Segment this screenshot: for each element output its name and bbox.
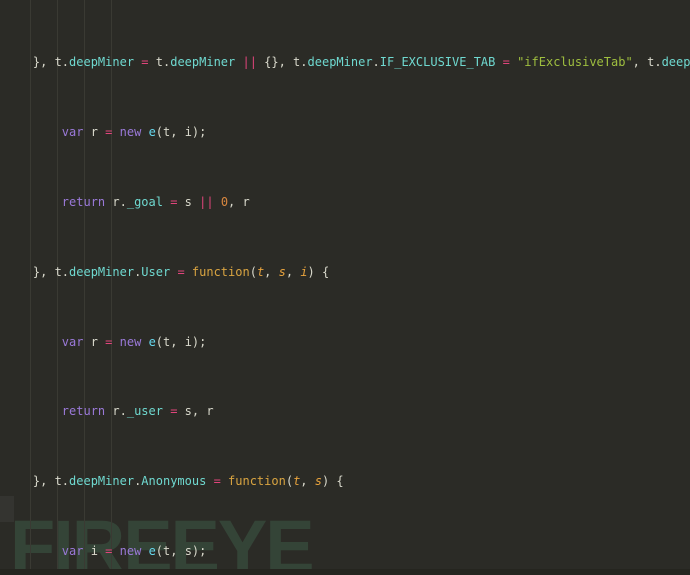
code-line[interactable]: var i = new e(t, s); xyxy=(0,543,690,560)
code-editor-viewport[interactable]: FIREEYE }, t.deepMiner = t.deepMiner || … xyxy=(0,0,690,575)
editor-bottom-edge xyxy=(0,569,690,575)
code-line[interactable]: return r._goal = s || 0, r xyxy=(0,194,690,211)
code-line[interactable]: }, t.deepMiner = t.deepMiner || {}, t.de… xyxy=(0,54,690,71)
code-line[interactable]: var r = new e(t, i); xyxy=(0,124,690,141)
code-line[interactable]: return r._user = s, r xyxy=(0,403,690,420)
code-line[interactable]: }, t.deepMiner.User = function(t, s, i) … xyxy=(0,264,690,281)
code-line[interactable]: var r = new e(t, i); xyxy=(0,334,690,351)
code-content[interactable]: }, t.deepMiner = t.deepMiner || {}, t.de… xyxy=(0,0,690,575)
code-line[interactable]: }, t.deepMiner.Anonymous = function(t, s… xyxy=(0,473,690,490)
